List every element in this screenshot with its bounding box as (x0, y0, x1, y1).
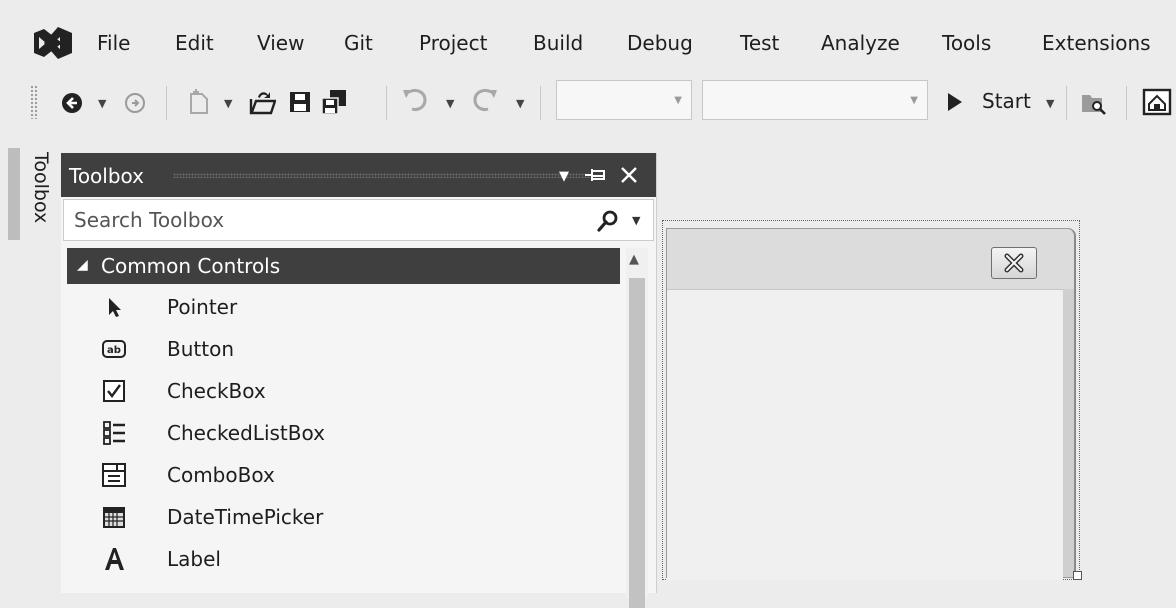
toolbox-item-label: DateTimePicker (167, 505, 324, 529)
category-common-controls[interactable]: ◢ Common Controls (67, 248, 620, 284)
menu-debug[interactable]: Debug (627, 30, 693, 56)
visual-studio-logo-icon (34, 27, 72, 59)
toolbox-item-datetimepicker[interactable]: DateTimePicker (61, 496, 621, 538)
toolbox-item-label: ComboBox (167, 463, 275, 487)
checked-list-box-icon (103, 421, 125, 445)
toolbox-search[interactable]: ▼ (63, 199, 654, 241)
toolbox-item-label-control[interactable]: Label (61, 538, 621, 580)
menu-test[interactable]: Test (740, 30, 779, 56)
pointer-icon (109, 298, 121, 317)
search-input[interactable] (64, 200, 604, 240)
solution-configuration-combo[interactable]: ▼ (556, 80, 692, 120)
menu-build[interactable]: Build (533, 30, 583, 56)
button-icon: ab (102, 340, 126, 358)
toolbox-header[interactable]: Toolbox ▼ (61, 153, 656, 197)
redo-icon[interactable] (470, 86, 500, 116)
redo-dropdown-icon[interactable]: ▼ (516, 97, 524, 110)
toolbox-scrollbar[interactable]: ▲ (626, 248, 648, 608)
toolbox-item-label: Button (167, 337, 234, 361)
toolbox-item-pointer[interactable]: Pointer (61, 286, 621, 328)
date-time-picker-icon (103, 507, 125, 528)
scroll-up-arrow-icon[interactable]: ▲ (629, 252, 639, 267)
find-in-files-icon[interactable] (1080, 90, 1108, 116)
label-icon (105, 548, 124, 570)
menu-tools[interactable]: Tools (942, 30, 991, 56)
side-tab-strip (8, 148, 20, 240)
toolbox-item-combobox[interactable]: ComboBox (61, 454, 621, 496)
menu-project[interactable]: Project (419, 30, 487, 56)
toolbox-item-label: CheckBox (167, 379, 266, 403)
navigate-back-icon[interactable] (60, 91, 84, 115)
search-options-dropdown-icon[interactable]: ▼ (632, 214, 640, 227)
form-close-button[interactable] (991, 247, 1037, 279)
window-position-dropdown-icon[interactable]: ▼ (559, 165, 569, 189)
checkbox-icon (103, 380, 125, 402)
chevron-down-icon: ▼ (910, 95, 918, 106)
category-label: Common Controls (101, 254, 281, 278)
close-icon[interactable] (619, 165, 639, 185)
undo-icon[interactable] (400, 86, 430, 116)
menu-analyze[interactable]: Analyze (821, 30, 900, 56)
start-button[interactable]: Start (982, 88, 1031, 114)
scrollbar-thumb[interactable] (629, 278, 645, 608)
toolbar-separator (166, 86, 167, 120)
toolbar-separator (1066, 86, 1067, 120)
menu-extensions[interactable]: Extensions (1042, 30, 1151, 56)
search-icon[interactable] (596, 209, 620, 233)
save-icon[interactable] (288, 90, 312, 114)
menu-edit[interactable]: Edit (175, 30, 214, 56)
toolbox-panel: Toolbox ▼ ▼ ◢ Common Controls ▲ Po (61, 153, 657, 608)
toolbox-side-tab[interactable]: Toolbox (30, 152, 52, 223)
menu-bar: File Edit View Git Project Build Debug T… (0, 0, 1176, 84)
open-file-icon[interactable] (248, 88, 276, 116)
toolbar-grip[interactable] (30, 85, 38, 119)
form-client-area[interactable] (667, 289, 1063, 580)
svg-text:ab: ab (107, 345, 121, 356)
combobox-icon (102, 463, 126, 487)
form-title-bar[interactable] (667, 229, 1074, 289)
toolbar-separator (1126, 86, 1127, 120)
start-play-icon[interactable] (946, 92, 964, 112)
menu-view[interactable]: View (257, 30, 304, 56)
toolbox-title: Toolbox (69, 164, 144, 188)
form-window[interactable] (666, 228, 1076, 580)
toolbox-item-label: CheckedListBox (167, 421, 325, 445)
menu-git[interactable]: Git (344, 30, 373, 56)
new-project-dropdown-icon[interactable]: ▼ (224, 97, 232, 110)
toolbox-item-label: Label (167, 547, 221, 571)
close-icon (1004, 253, 1024, 273)
resize-handle[interactable] (1073, 571, 1082, 580)
save-all-icon[interactable] (320, 88, 348, 116)
back-dropdown-icon[interactable]: ▼ (98, 97, 106, 110)
toolbox-item-button[interactable]: ab Button (61, 328, 621, 370)
toolbox-item-label: Pointer (167, 295, 238, 319)
toolbox-item-checkbox[interactable]: CheckBox (61, 370, 621, 412)
chevron-down-icon: ▼ (674, 95, 682, 106)
pin-icon[interactable] (583, 166, 607, 184)
expand-triangle-icon: ◢ (77, 257, 88, 273)
new-project-icon[interactable] (186, 88, 212, 116)
toolbar-separator (540, 86, 541, 120)
start-dropdown-icon[interactable]: ▼ (1046, 97, 1054, 110)
menu-file[interactable]: File (97, 30, 130, 56)
header-grip (173, 173, 591, 178)
solution-explorer-icon[interactable] (1142, 88, 1172, 116)
toolbar-separator (386, 86, 387, 120)
undo-dropdown-icon[interactable]: ▼ (446, 97, 454, 110)
toolbox-item-checkedlistbox[interactable]: CheckedListBox (61, 412, 621, 454)
solution-platform-combo[interactable]: ▼ (702, 80, 928, 120)
navigate-forward-icon[interactable] (124, 92, 146, 114)
